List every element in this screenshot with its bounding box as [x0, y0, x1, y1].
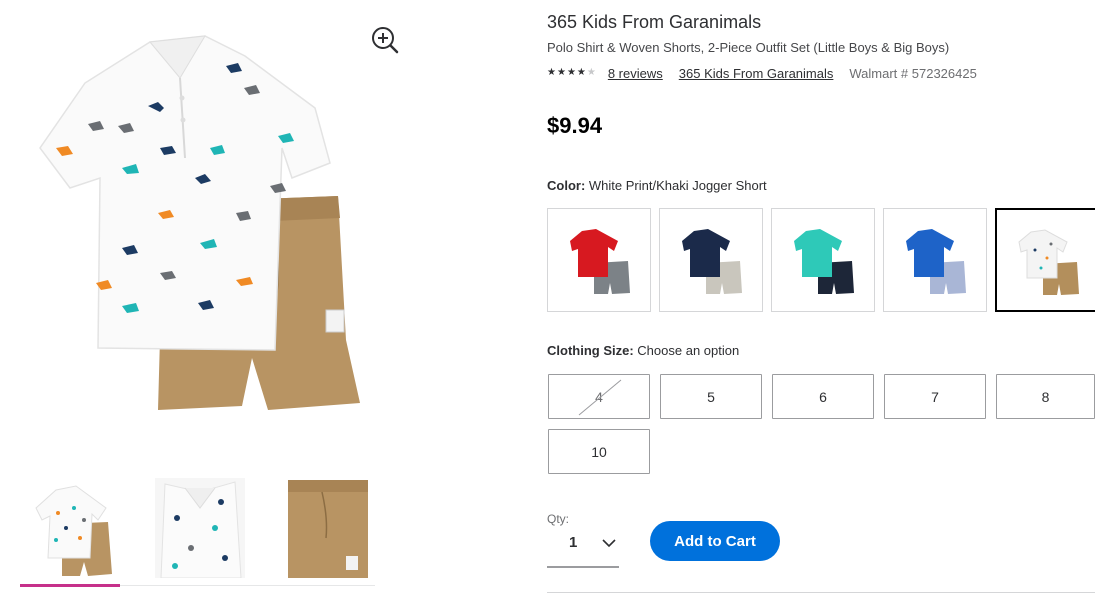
size-label: Clothing Size: Choose an option [547, 343, 739, 358]
color-label: Color: White Print/Khaki Jogger Short [547, 178, 767, 193]
star-filled-icon: ★ [566, 67, 576, 78]
size-option-10[interactable]: 10 [548, 429, 650, 474]
size-option-7[interactable]: 7 [884, 374, 986, 419]
star-filled-icon: ★ [576, 67, 586, 78]
brand-link[interactable]: 365 Kids From Garanimals [679, 66, 834, 81]
product-price: $9.94 [547, 113, 603, 138]
size-option-6[interactable]: 6 [772, 374, 874, 419]
reviews-link[interactable]: 8 reviews [608, 66, 663, 81]
product-brand-title: 365 Kids From Garanimals [547, 12, 762, 32]
color-selected-value: White Print/Khaki Jogger Short [588, 178, 767, 193]
size-option-5[interactable]: 5 [660, 374, 762, 419]
main-product-image[interactable] [30, 28, 370, 428]
color-swatch-blue[interactable] [883, 208, 987, 312]
divider [547, 592, 1095, 593]
size-option-label: 5 [707, 388, 715, 405]
star-filled-icon: ★ [556, 67, 566, 78]
color-swatch-navy[interactable] [659, 208, 763, 312]
size-option-label: 6 [819, 388, 827, 405]
star-empty-icon: ★ [586, 67, 596, 78]
zoom-in-icon[interactable] [369, 25, 401, 57]
sku-number: Walmart # 572326425 [849, 65, 977, 81]
quantity-select[interactable]: 1 [547, 528, 619, 568]
product-meta-row: ★ ★ ★ ★ ★ 8 reviews 365 Kids From Garani… [547, 65, 977, 81]
size-option-8[interactable]: 8 [996, 374, 1095, 419]
quantity-value: 1 [569, 534, 578, 551]
chevron-down-icon [602, 539, 616, 548]
star-filled-icon: ★ [547, 67, 556, 78]
color-swatch-white-print-selected[interactable] [995, 208, 1095, 312]
thumbnail-strip [20, 474, 375, 587]
product-name: Polo Shirt & Woven Shorts, 2-Piece Outfi… [547, 40, 950, 55]
color-swatch-teal[interactable] [771, 208, 875, 312]
size-option-label: 10 [591, 443, 607, 460]
size-option-label: 7 [931, 388, 939, 405]
color-swatches [547, 208, 1095, 312]
size-option-4-unavailable[interactable]: 4 [548, 374, 650, 419]
unavailable-slash-icon [578, 379, 622, 416]
thumbnail-outfit[interactable] [28, 478, 118, 578]
quantity-label: Qty: [547, 512, 570, 526]
rating-stars[interactable]: ★ ★ ★ ★ ★ [547, 68, 596, 78]
size-prompt: Choose an option [637, 343, 740, 358]
size-option-label: 8 [1041, 388, 1050, 405]
thumbnail-shorts-closeup[interactable] [282, 478, 372, 578]
active-thumbnail-indicator [20, 584, 120, 587]
add-to-cart-button[interactable]: Add to Cart [650, 521, 780, 561]
thumbnail-shirt-closeup[interactable] [155, 478, 245, 579]
color-label-key: Color: [547, 178, 586, 193]
size-label-key: Clothing Size: [547, 343, 634, 358]
color-swatch-red[interactable] [547, 208, 651, 312]
